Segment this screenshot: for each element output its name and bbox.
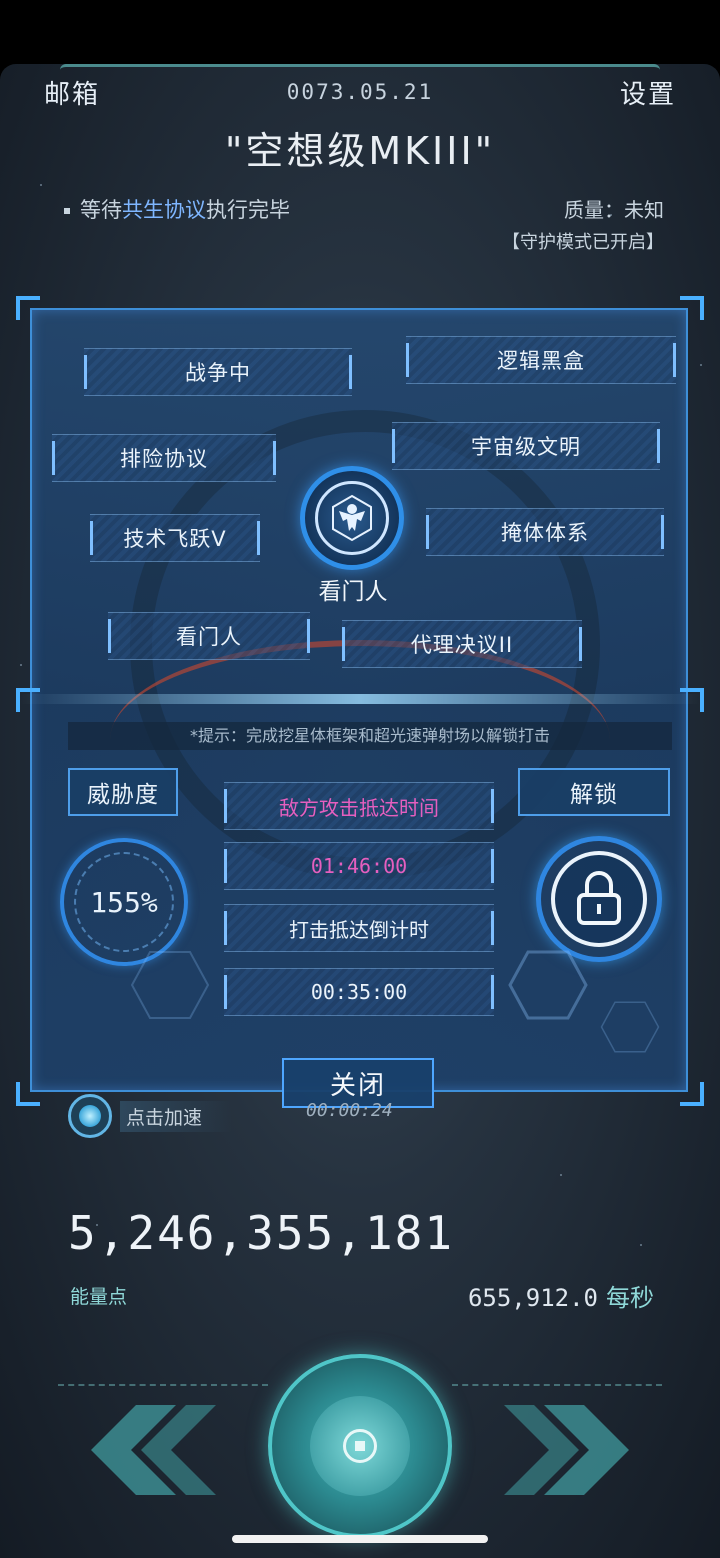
tag-chip[interactable]: 技术飞跃V xyxy=(90,514,260,562)
unlock-button[interactable]: 解锁 xyxy=(518,768,670,816)
settings-button[interactable]: 设置 xyxy=(620,74,676,111)
tag-chip[interactable]: 代理决议II xyxy=(342,620,582,668)
strike-countdown-label: 打击抵达倒计时 xyxy=(224,904,494,952)
tag-chip[interactable]: 掩体体系 xyxy=(426,508,664,556)
next-chevron-icon[interactable] xyxy=(504,1400,654,1500)
previous-chevron-icon[interactable] xyxy=(66,1400,216,1500)
threat-gauge: 155% xyxy=(60,838,188,966)
speed-up-icon xyxy=(68,1094,112,1138)
strike-countdown-time: 00:35:00 xyxy=(224,968,494,1016)
home-indicator[interactable] xyxy=(232,1535,488,1543)
enemy-arrival-label: 敌方攻击抵达时间 xyxy=(224,782,494,830)
bullet-icon xyxy=(64,208,70,214)
speed-up-label: 点击加速 xyxy=(120,1100,233,1132)
page-title: "空想级MKIII" xyxy=(224,129,496,173)
tag-chip[interactable]: 逻辑黑盒 xyxy=(406,336,676,384)
panel-divider xyxy=(20,694,700,704)
speed-up-timer: 00:00:24 xyxy=(306,1100,393,1121)
frame-corner xyxy=(16,296,40,320)
tag-chip[interactable]: 排险协议 xyxy=(52,434,276,482)
status-bar xyxy=(0,0,720,64)
hexagon-decoration xyxy=(130,951,210,1019)
divider-line xyxy=(452,1384,662,1386)
divider-line xyxy=(58,1384,268,1386)
energy-rate-value: 655,912.0 xyxy=(467,1284,598,1312)
status-suffix: 执行完毕 xyxy=(206,198,290,222)
frame-corner xyxy=(16,1082,40,1106)
status-link[interactable]: 共生协议 xyxy=(122,198,206,222)
speed-up-button[interactable]: 点击加速 xyxy=(68,1094,233,1138)
guard-mode-text: 【守护模式已开启】 xyxy=(502,232,664,253)
frame-corner xyxy=(680,1082,704,1106)
emblem-label: 看门人 xyxy=(318,579,388,605)
unlock-ring[interactable] xyxy=(536,836,662,962)
emblem-hexagon-decoration xyxy=(508,950,588,1020)
energy-label: 能量点 xyxy=(70,1286,128,1308)
energy-amount: 5,246,355,181 xyxy=(68,1206,455,1260)
enemy-arrival-time: 01:46:00 xyxy=(224,842,494,890)
tag-chip[interactable]: 战争中 xyxy=(84,348,352,396)
status-prefix: 等待 xyxy=(80,198,122,222)
watcher-emblem[interactable] xyxy=(300,466,404,570)
hint-text: *提示：完成挖星体框架和超光速弹射场以解锁打击 xyxy=(68,722,672,750)
game-date: 0073.05.21 xyxy=(286,80,434,104)
lock-icon xyxy=(551,851,647,947)
threat-label-box: 威胁度 xyxy=(68,768,178,816)
tag-chip[interactable]: 看门人 xyxy=(108,612,310,660)
status-message: 等待共生协议执行完毕 xyxy=(64,194,290,224)
eagle-icon xyxy=(315,481,389,555)
stop-icon xyxy=(343,1429,377,1463)
frame-corner xyxy=(680,296,704,320)
quality-text: 质量：未知 xyxy=(564,198,664,222)
main-action-button[interactable] xyxy=(268,1354,452,1538)
threat-value: 155% xyxy=(74,852,174,952)
tag-chip[interactable]: 宇宙级文明 xyxy=(392,422,660,470)
energy-rate-unit: 每秒 xyxy=(606,1284,654,1312)
top-frame-line xyxy=(60,64,660,76)
globe-hexagon-decoration xyxy=(600,1001,660,1053)
energy-rate: 655,912.0 每秒 xyxy=(468,1278,654,1313)
